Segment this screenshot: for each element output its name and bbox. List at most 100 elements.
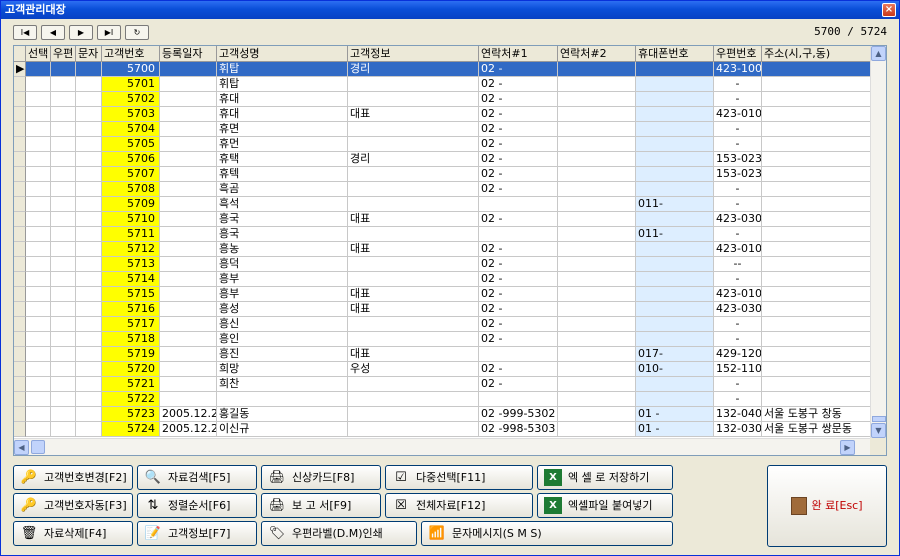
cell-customer-info[interactable]: 경리 bbox=[348, 152, 479, 167]
table-row[interactable]: 5715 흥부 대표 02 - 423-010 bbox=[14, 287, 872, 302]
cell-postal[interactable] bbox=[51, 362, 76, 377]
table-row[interactable]: 5717 흥신 02 - - bbox=[14, 317, 872, 332]
cell-zip-code[interactable]: - bbox=[714, 392, 762, 407]
cell-customer-info[interactable]: 경리 bbox=[348, 62, 479, 77]
cell-contact-1[interactable]: 02 - bbox=[479, 77, 558, 92]
cell-reg-date[interactable] bbox=[160, 377, 217, 392]
cell-mobile[interactable] bbox=[636, 212, 714, 227]
cell-mobile[interactable]: 017- bbox=[636, 347, 714, 362]
sort-order-button[interactable]: ⇅ 정렬순서[F6] bbox=[137, 493, 257, 518]
cell-contact-1[interactable]: 02 - bbox=[479, 257, 558, 272]
cell-customer-number[interactable]: 5706 bbox=[102, 152, 160, 167]
cell-customer-name[interactable]: 휴먼 bbox=[217, 137, 348, 152]
table-row[interactable]: ▶ 5700 휘탑 경리 02 - 423-100 bbox=[14, 62, 872, 77]
cell-postal[interactable] bbox=[51, 392, 76, 407]
cell-postal[interactable] bbox=[51, 272, 76, 287]
delete-data-button[interactable]: 🗑 자료삭제[F4] bbox=[13, 521, 133, 546]
cell-contact-1[interactable]: 02 -999-5302 bbox=[479, 407, 558, 422]
cell-zip-code[interactable]: - bbox=[714, 317, 762, 332]
last-record-button[interactable]: ▶I bbox=[97, 25, 121, 40]
cell-zip-code[interactable]: 153-023 bbox=[714, 152, 762, 167]
cell-select[interactable] bbox=[26, 272, 51, 287]
cell-contact-1[interactable]: 02 - bbox=[479, 317, 558, 332]
cell-contact-2[interactable] bbox=[558, 107, 636, 122]
cell-contact-1[interactable]: 02 - bbox=[479, 362, 558, 377]
table-row[interactable]: 5713 흥덕 02 - -- bbox=[14, 257, 872, 272]
cell-address[interactable] bbox=[762, 152, 872, 167]
cell-customer-number[interactable]: 5717 bbox=[102, 317, 160, 332]
cell-mobile[interactable] bbox=[636, 242, 714, 257]
cell-contact-1[interactable]: 02 - bbox=[479, 107, 558, 122]
header-contact-2[interactable]: 연락처#2 bbox=[558, 46, 636, 62]
cell-zip-code[interactable]: 429-120 bbox=[714, 347, 762, 362]
cell-address[interactable] bbox=[762, 377, 872, 392]
cell-postal[interactable] bbox=[51, 77, 76, 92]
cell-address[interactable] bbox=[762, 62, 872, 77]
cell-postal[interactable] bbox=[51, 377, 76, 392]
cell-zip-code[interactable]: 423-030 bbox=[714, 302, 762, 317]
cell-contact-1[interactable] bbox=[479, 347, 558, 362]
cell-contact-1[interactable]: 02 - bbox=[479, 332, 558, 347]
cell-zip-code[interactable]: - bbox=[714, 122, 762, 137]
cell-zip-code[interactable]: - bbox=[714, 77, 762, 92]
save-excel-button[interactable]: X 엑 셀 로 저장하기 bbox=[537, 465, 673, 490]
cell-reg-date[interactable] bbox=[160, 332, 217, 347]
cell-mobile[interactable] bbox=[636, 122, 714, 137]
cell-address[interactable] bbox=[762, 167, 872, 182]
cell-reg-date[interactable] bbox=[160, 362, 217, 377]
cell-customer-info[interactable]: 대표 bbox=[348, 242, 479, 257]
cell-customer-number[interactable]: 5710 bbox=[102, 212, 160, 227]
cell-contact-2[interactable] bbox=[558, 317, 636, 332]
cell-customer-number[interactable]: 5703 bbox=[102, 107, 160, 122]
cell-customer-name[interactable]: 흥덕 bbox=[217, 257, 348, 272]
cell-contact-1[interactable] bbox=[479, 227, 558, 242]
cell-select[interactable] bbox=[26, 227, 51, 242]
cell-address[interactable] bbox=[762, 182, 872, 197]
next-record-button[interactable]: ▶ bbox=[69, 25, 93, 40]
cell-contact-1[interactable]: 02 - bbox=[479, 212, 558, 227]
cell-customer-info[interactable] bbox=[348, 377, 479, 392]
cell-address[interactable] bbox=[762, 302, 872, 317]
cell-address[interactable] bbox=[762, 392, 872, 407]
cell-customer-info[interactable]: 대표 bbox=[348, 347, 479, 362]
cell-postal[interactable] bbox=[51, 62, 76, 77]
close-icon[interactable]: × bbox=[882, 3, 896, 17]
cell-reg-date[interactable] bbox=[160, 212, 217, 227]
cell-contact-1[interactable]: 02 - bbox=[479, 62, 558, 77]
paste-excel-button[interactable]: X 엑셀파일 붙여넣기 bbox=[537, 493, 673, 518]
cell-contact-1[interactable]: 02 -998-5303 bbox=[479, 422, 558, 437]
cell-select[interactable] bbox=[26, 302, 51, 317]
cell-reg-date[interactable] bbox=[160, 317, 217, 332]
cell-sms[interactable] bbox=[76, 242, 102, 257]
cell-customer-number[interactable]: 5704 bbox=[102, 122, 160, 137]
cell-customer-number[interactable]: 5713 bbox=[102, 257, 160, 272]
cell-mobile[interactable]: 010- bbox=[636, 362, 714, 377]
cell-zip-code[interactable]: - bbox=[714, 182, 762, 197]
cell-address[interactable] bbox=[762, 242, 872, 257]
cell-mobile[interactable] bbox=[636, 287, 714, 302]
cell-sms[interactable] bbox=[76, 362, 102, 377]
cell-customer-name[interactable]: 흥인 bbox=[217, 332, 348, 347]
cell-sms[interactable] bbox=[76, 107, 102, 122]
header-customer-name[interactable]: 고객성명 bbox=[217, 46, 348, 62]
all-data-button[interactable]: ☒ 전체자료[F12] bbox=[385, 493, 533, 518]
cell-sms[interactable] bbox=[76, 197, 102, 212]
refresh-button[interactable]: ↻ bbox=[125, 25, 149, 40]
cell-sms[interactable] bbox=[76, 212, 102, 227]
cell-address[interactable] bbox=[762, 212, 872, 227]
cell-mobile[interactable]: 011- bbox=[636, 197, 714, 212]
cell-contact-2[interactable] bbox=[558, 152, 636, 167]
horizontal-scrollbar[interactable]: ◀ ▶ bbox=[14, 438, 872, 455]
scroll-right-icon[interactable]: ▶ bbox=[840, 440, 855, 455]
cell-customer-name[interactable]: 흥성 bbox=[217, 302, 348, 317]
cell-mobile[interactable]: 01 - bbox=[636, 407, 714, 422]
cell-sms[interactable] bbox=[76, 392, 102, 407]
cell-customer-info[interactable] bbox=[348, 167, 479, 182]
cell-contact-1[interactable] bbox=[479, 197, 558, 212]
cell-contact-2[interactable] bbox=[558, 77, 636, 92]
cell-reg-date[interactable] bbox=[160, 167, 217, 182]
cell-customer-name[interactable]: 휘탑 bbox=[217, 62, 348, 77]
cell-customer-info[interactable] bbox=[348, 137, 479, 152]
scroll-left-icon[interactable]: ◀ bbox=[14, 440, 29, 455]
cell-address[interactable] bbox=[762, 272, 872, 287]
